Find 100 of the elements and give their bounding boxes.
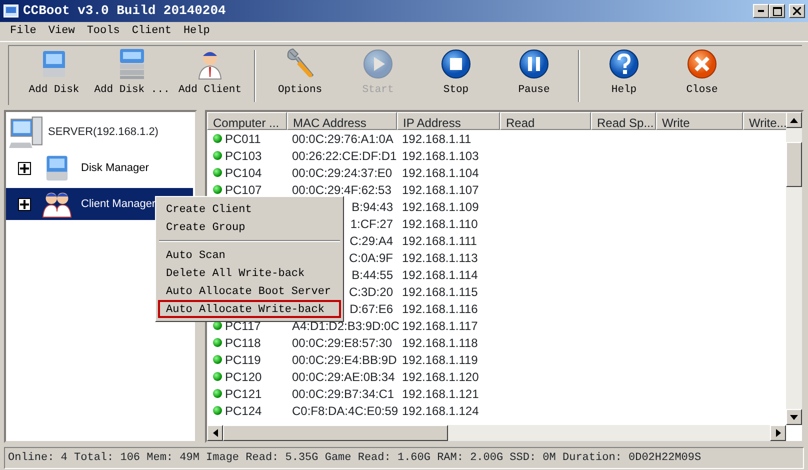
column-header[interactable]: Write... <box>743 112 786 130</box>
table-cell-text: 192.168.1.117 <box>401 318 479 334</box>
context-menu-item[interactable]: Delete All Write-back <box>158 264 341 282</box>
table-cell-text: 192.168.1.113 <box>401 250 479 266</box>
menu-item[interactable]: Client <box>126 22 178 41</box>
stop-icon <box>440 48 472 80</box>
app-icon <box>3 4 19 18</box>
table-cell-text: 192.168.1.109 <box>401 198 480 216</box>
table-cell-text: PC119 <box>225 352 261 368</box>
status-dot <box>213 372 222 381</box>
table-cell-text: PC103 <box>225 148 262 164</box>
plus-icon <box>20 164 29 172</box>
down-arrow-icon <box>790 414 798 420</box>
window-title: CCBoot v3.0 Build 20140204 <box>23 2 226 20</box>
toolbar-button[interactable]: Close <box>663 48 741 104</box>
vertical-scrollbar[interactable] <box>786 112 802 425</box>
plus-icon <box>20 200 29 208</box>
menu-item[interactable]: File <box>4 22 42 41</box>
table-cell: C:3D:20 <box>348 284 393 298</box>
table-cell: C:0A:9F <box>348 250 393 264</box>
table-cell-text: 192.168.1.118 <box>401 334 479 352</box>
table-cell-text: PC121 <box>225 386 262 402</box>
horizontal-scrollbar[interactable] <box>207 425 786 441</box>
table-cell-text: 192.168.1.115 <box>401 284 479 300</box>
table-cell-text: PC124 <box>225 402 262 420</box>
table-cell-text: 192.168.1.11 <box>401 130 472 148</box>
table-cell-text: PC107 <box>225 182 262 198</box>
table-cell: 00:0C:29:E4:BB:9D <box>292 352 397 366</box>
up-arrow-icon <box>790 118 798 122</box>
column-header[interactable]: Read <box>500 112 591 130</box>
table-cell-text: 192.168.1.121 <box>401 386 480 402</box>
context-menu-item[interactable]: Auto Allocate Write-back <box>158 300 341 318</box>
table-cell-text: 192.168.1.103 <box>401 148 480 164</box>
toolbar-button[interactable]: Add Disk ... <box>93 48 171 104</box>
status-dot <box>213 389 222 398</box>
maximize-icon <box>772 6 782 16</box>
minimize-icon <box>758 10 764 12</box>
toolbar-button[interactable]: Pause <box>495 48 573 104</box>
table-cell-text: PC117 <box>225 318 261 334</box>
table-cell: C:29:A4 <box>350 234 393 248</box>
help-icon <box>608 48 640 80</box>
status-dot <box>213 185 222 194</box>
right-arrow-icon <box>776 429 780 437</box>
table-cell-text: 192.168.1.124 <box>401 402 480 420</box>
status-dot <box>213 338 222 347</box>
table-cell-text: PC120 <box>225 368 262 386</box>
table-cell: C0:F8:DA:4C:E0:59 <box>292 404 398 418</box>
maximize-button[interactable] <box>769 4 785 18</box>
table-cell: 00:0C:29:AE:0B:34 <box>292 370 395 384</box>
computer-icon <box>9 115 43 149</box>
status-dot <box>213 168 222 177</box>
table-cell-text: 192.168.1.114 <box>401 266 479 284</box>
tree-item[interactable]: SERVER(192.168.1.2) <box>48 124 158 140</box>
status-dot <box>213 151 222 160</box>
expand-button[interactable] <box>18 162 31 174</box>
toolbar-button[interactable]: Add Disk <box>15 48 93 104</box>
context-menu-item[interactable]: Auto Allocate Boot Server <box>158 282 341 300</box>
toolbar-button[interactable]: Help <box>585 48 663 104</box>
menu-item[interactable]: Tools <box>80 22 126 41</box>
minimize-button[interactable] <box>753 4 769 18</box>
toolbar-button[interactable]: Stop <box>417 48 495 104</box>
status-bar: Online: 4 Total: 106 Mem: 49M Image Read: 5.35G Game Read: 1.60G RAM: 2.00G SSD: 0M Duration: 0D02H22M09S <box>4 447 804 469</box>
table-cell: 00:0C:29:4F:62:53 <box>292 182 392 196</box>
table-cell: A4:D1:D2:B3:9D:0C <box>292 318 400 332</box>
table-cell: B:44:55 <box>352 268 393 282</box>
status-dot <box>213 406 222 415</box>
tree-item[interactable]: Disk Manager <box>6 152 193 184</box>
toolbar-button[interactable]: Add Client <box>171 48 249 104</box>
close-icon <box>793 7 801 15</box>
menu-item[interactable]: Help <box>177 22 216 41</box>
left-arrow-icon <box>212 429 218 437</box>
column-header[interactable]: Write <box>656 112 743 130</box>
table-cell: 1:CF:27 <box>350 216 393 230</box>
column-header[interactable]: MAC Address <box>287 112 397 130</box>
table-cell-text: PC104 <box>225 164 262 182</box>
table-cell: 00:0C:29:E8:57:30 <box>292 336 392 350</box>
context-menu-item[interactable]: Create Group <box>158 218 341 236</box>
table-cell-text: 192.168.1.111 <box>401 232 478 250</box>
table-cell: 00:0C:29:B7:34:C1 <box>292 386 394 400</box>
table-cell-text: PC011 <box>225 130 261 148</box>
status-dot <box>213 355 222 364</box>
close-icon <box>686 48 718 80</box>
close-button[interactable] <box>789 4 805 18</box>
table-cell-text: 192.168.1.104 <box>401 164 480 182</box>
status-dot <box>213 134 222 143</box>
toolbar-button[interactable]: Options <box>261 48 339 104</box>
pause-icon <box>518 48 550 80</box>
play-icon <box>362 48 394 80</box>
column-header[interactable]: IP Address <box>397 112 500 130</box>
scrollbar-thumb[interactable] <box>223 425 448 441</box>
table-cell-text: 192.168.1.110 <box>401 216 479 232</box>
table-cell: 00:0C:29:24:37:E0 <box>292 166 392 180</box>
table-cell-text: 192.168.1.107 <box>401 182 480 198</box>
table-cell-text: PC118 <box>225 334 261 352</box>
table-cell: D:67:E6 <box>350 302 393 316</box>
context-menu-item[interactable]: Auto Scan <box>158 246 341 264</box>
scrollbar-thumb[interactable] <box>786 142 802 187</box>
expand-button[interactable] <box>18 198 31 210</box>
menu-item[interactable]: View <box>42 22 81 41</box>
table-cell-text: 192.168.1.119 <box>401 352 479 368</box>
